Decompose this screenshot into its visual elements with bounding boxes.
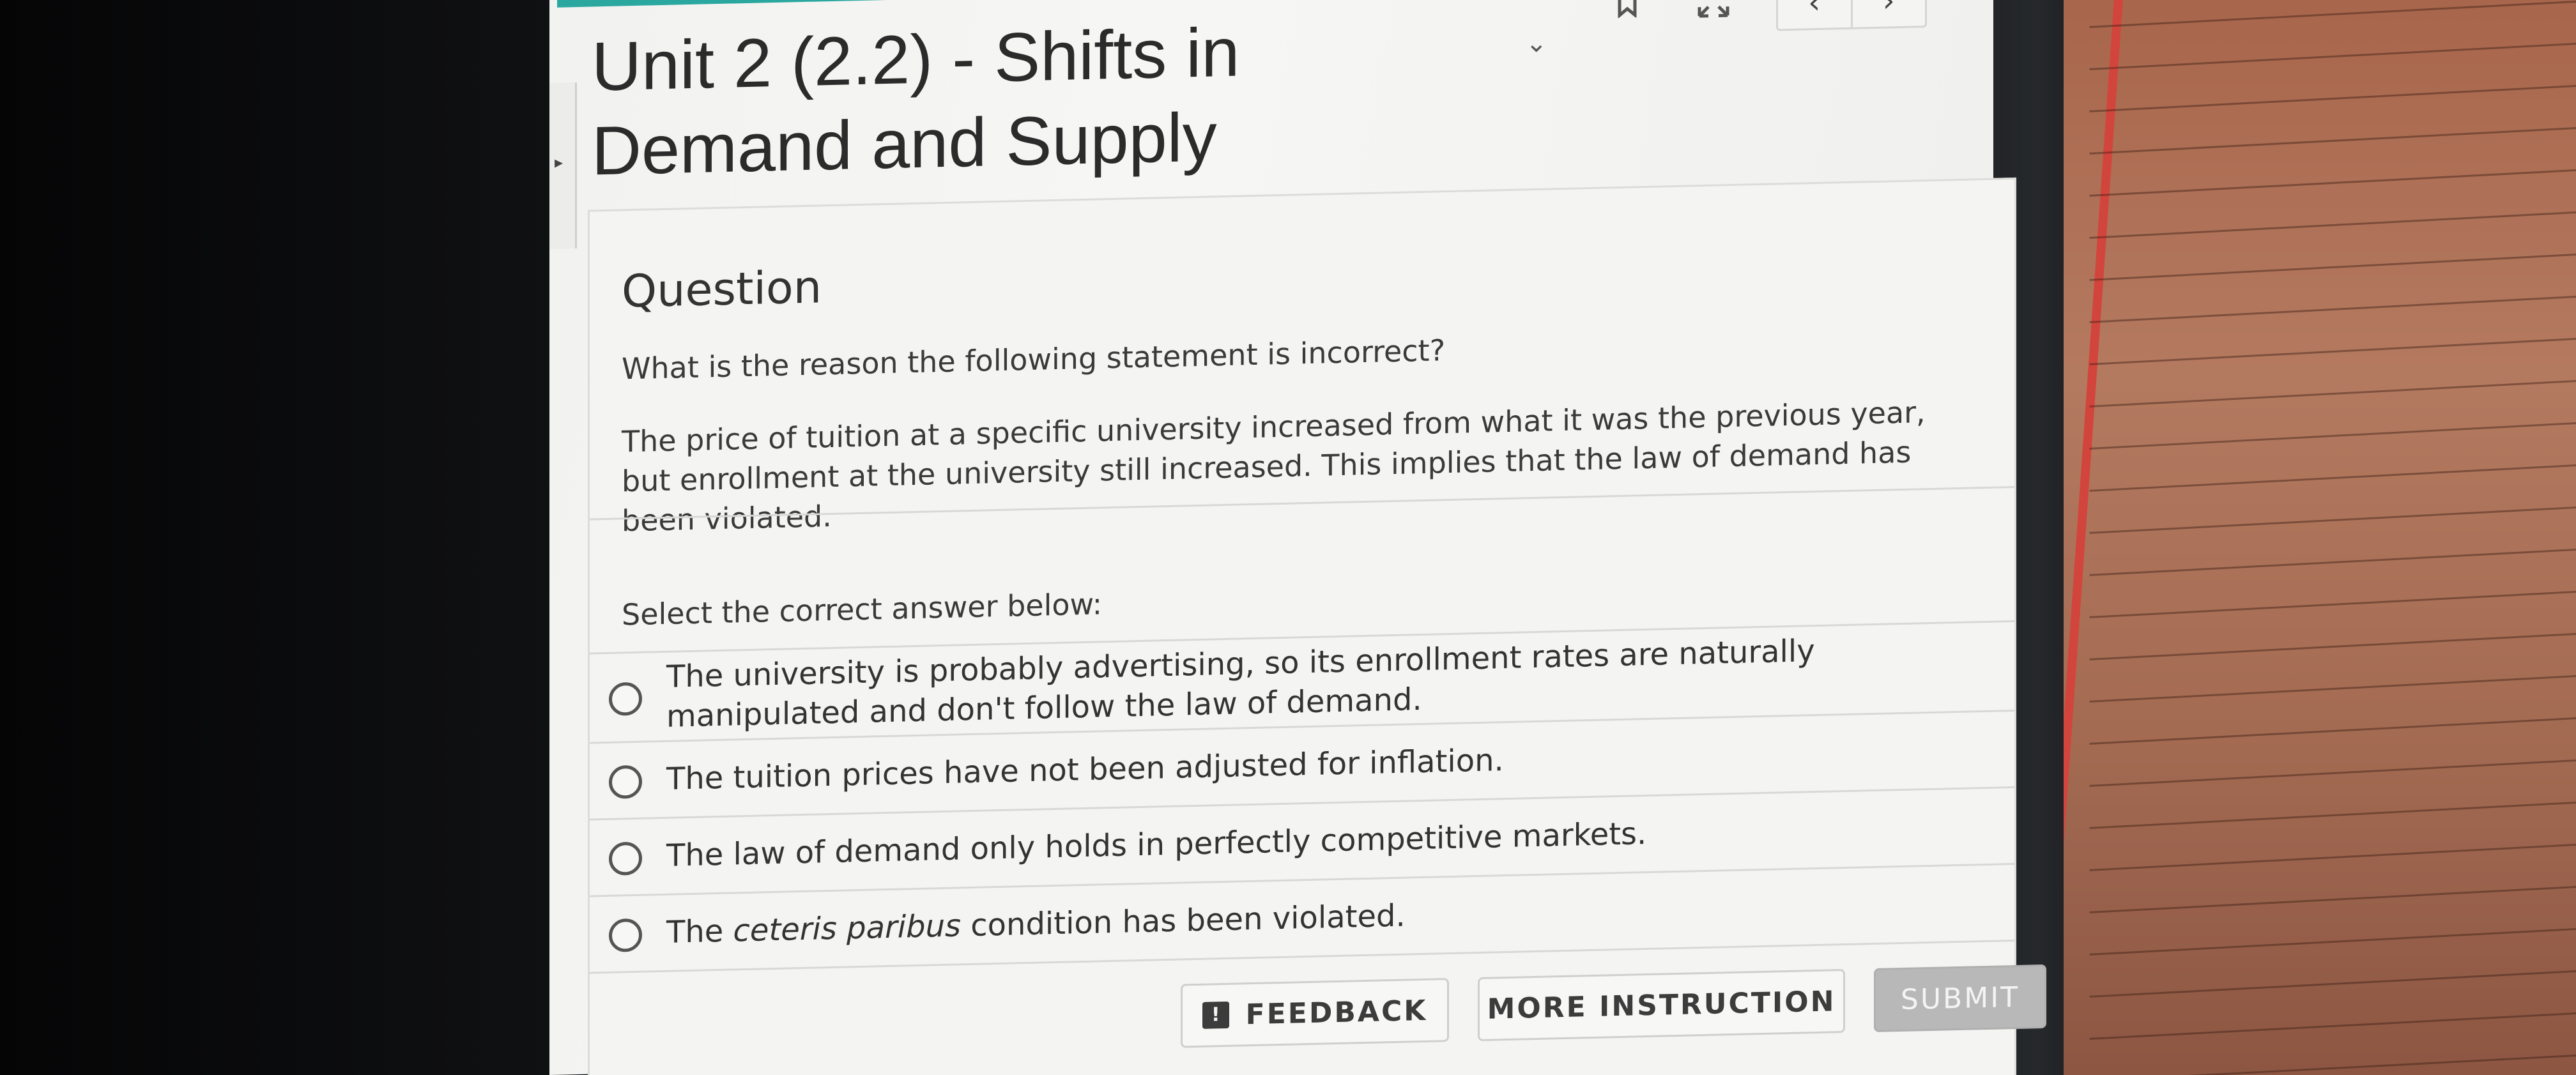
more-instruction-button[interactable]: MORE INSTRUCTION: [1478, 968, 1845, 1042]
lesson-page: ▸ Unit 2 (2.2) - Shifts in Demand and Su…: [549, 0, 2046, 1075]
answer-option-text-italic: ceteris paribus: [733, 908, 961, 949]
next-button[interactable]: ›: [1850, 0, 1925, 27]
submit-button[interactable]: SUBMIT: [1874, 964, 2046, 1032]
answer-option-text: The ceteris paribus condition has been v…: [666, 883, 1976, 952]
radio-button[interactable]: [609, 841, 642, 876]
chevron-down-icon[interactable]: ⌄: [1526, 29, 1547, 59]
notebook-ruled-line: [2089, 969, 2576, 998]
feedback-button[interactable]: ! FEEDBACK: [1181, 978, 1449, 1048]
notebook-ruled-line: [2089, 126, 2576, 155]
notebook-ruled-line: [2089, 590, 2576, 618]
notebook-ruled-line: [2089, 0, 2576, 28]
sidebar-toggle[interactable]: ▸: [549, 82, 577, 249]
select-answer-label: Select the correct answer below:: [622, 586, 1103, 632]
notebook-ruled-line: [2089, 800, 2576, 829]
notebook-ruled-line: [2089, 379, 2576, 408]
notebook-ruled-line: [2089, 547, 2576, 576]
radio-button[interactable]: [609, 682, 642, 716]
radio-button[interactable]: [609, 765, 642, 799]
feedback-icon: !: [1202, 1001, 1229, 1029]
answer-option-text-before: The: [666, 913, 733, 950]
submit-label: SUBMIT: [1900, 980, 2020, 1016]
notebook-ruled-line: [2089, 463, 2576, 492]
answer-option-text: The tuition prices have not been adjuste…: [666, 742, 1504, 797]
notebook-ruled-line: [2089, 505, 2576, 534]
notebook-margin-line: [2064, 0, 2123, 1075]
expand-icon[interactable]: [1697, 0, 1730, 25]
notebook-ruled-line: [2089, 1011, 2576, 1040]
page-title: Unit 2 (2.2) - Shifts in Demand and Supp…: [592, 7, 1358, 193]
caret-right-icon: ▸: [555, 153, 564, 172]
question-card: Question What is the reason the followin…: [588, 177, 2046, 1075]
notebook-ruled-line: [2089, 758, 2576, 787]
more-instruction-label: MORE INSTRUCTION: [1487, 984, 1836, 1026]
previous-button[interactable]: ‹: [1778, 0, 1851, 29]
question-statement: The price of tuition at a specific unive…: [622, 395, 1926, 538]
notebook-ruled-line: [2089, 337, 2576, 365]
bookmark-icon[interactable]: [1616, 0, 1638, 24]
notebook-ruled-line: [2089, 632, 2576, 660]
accent-bar: [557, 0, 1963, 8]
radio-button[interactable]: [609, 918, 642, 952]
notebook-ruled-line: [2089, 42, 2576, 70]
notebook-ruled-line: [2089, 252, 2576, 281]
notebook-ruled-line: [2089, 421, 2576, 450]
pagination-nav: ‹ ›: [1776, 0, 1927, 31]
notebook-ruled-line: [2089, 885, 2576, 913]
notebook-ruled-line: [2089, 674, 2576, 703]
notebook-ruled-line: [2089, 84, 2576, 112]
answer-option-text: The law of demand only holds in perfectl…: [666, 816, 1647, 874]
answer-option-text-after: condition has been violated.: [961, 897, 1406, 944]
background-notebook: [2064, 0, 2576, 1075]
notebook-ruled-line: [2089, 168, 2576, 197]
question-heading: Question: [622, 261, 822, 318]
notebook-ruled-line: [2089, 927, 2576, 956]
photo-scene: ▸ Unit 2 (2.2) - Shifts in Demand and Su…: [0, 0, 2576, 1075]
page-title-line-2: Demand and Supply: [592, 98, 1217, 190]
notebook-ruled-line: [2089, 716, 2576, 745]
notebook-ruled-line: [2089, 294, 2576, 323]
feedback-button-label: FEEDBACK: [1245, 994, 1428, 1031]
notebook-ruled-line: [2089, 210, 2576, 239]
notebook-ruled-line: [2089, 1053, 2576, 1075]
notebook-ruled-line: [2089, 842, 2576, 871]
question-prompt: What is the reason the following stateme…: [622, 333, 1446, 386]
